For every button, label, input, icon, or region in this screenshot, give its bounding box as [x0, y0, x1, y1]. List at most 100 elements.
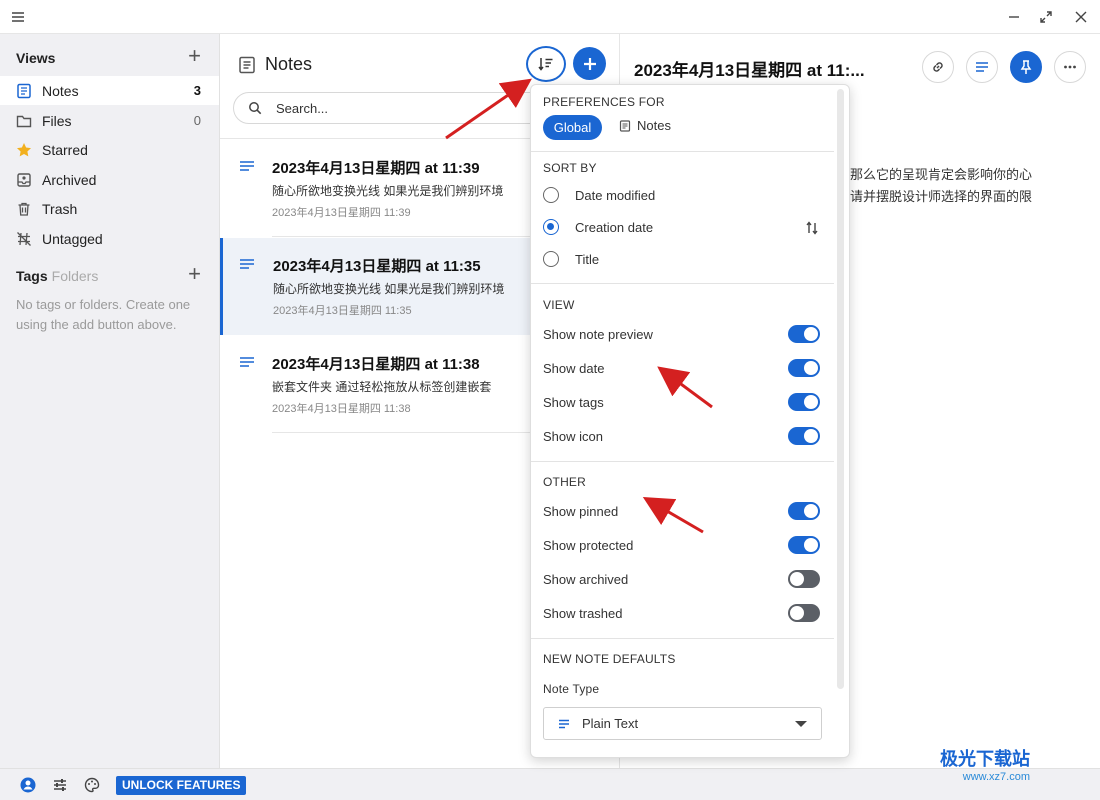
tags-empty-message: No tags or folders. Create one using the… [16, 297, 191, 332]
note-icon [619, 119, 631, 132]
toggle-switch[interactable] [788, 359, 820, 377]
sidebar-item-notes[interactable]: Notes 3 [0, 76, 219, 105]
show-archived-row: Show archived [543, 570, 820, 588]
chevron-down-icon [795, 721, 807, 727]
sort-options-button[interactable] [526, 46, 566, 82]
note-date: 2023年4月13日星期四 11:38 [272, 403, 411, 415]
radio-button-checked[interactable] [543, 219, 559, 235]
sort-by-heading: SORT BY [543, 161, 597, 175]
unlock-features-button[interactable]: UNLOCK FEATURES [116, 776, 247, 795]
settings-sliders-icon[interactable] [52, 777, 68, 793]
search-icon [249, 102, 262, 115]
other-heading: OTHER [543, 475, 586, 489]
sidebar-item-label: Archived [42, 171, 97, 188]
theme-palette-icon[interactable] [84, 777, 100, 793]
star-icon [16, 142, 32, 158]
note-date: 2023年4月13日星期四 11:39 [272, 207, 411, 219]
search-input[interactable]: Search... [233, 92, 553, 124]
bottom-bar: UNLOCK FEATURES [0, 768, 1100, 800]
show-pinned-row: Show pinned [543, 502, 820, 520]
files-count: 0 [193, 113, 201, 128]
minimize-icon[interactable] [1004, 7, 1024, 27]
views-heading: Views [16, 50, 56, 66]
sidebar: Views + Notes 3 Files 0 Starred Archived… [0, 34, 220, 768]
note-icon [16, 83, 32, 99]
note-type-label: Note Type [543, 682, 600, 696]
sidebar-item-label: Trash [42, 200, 78, 217]
more-icon [1064, 65, 1076, 69]
notes-count: 3 [193, 83, 201, 98]
divider [531, 461, 834, 462]
add-tag-button[interactable]: + [188, 263, 201, 285]
sort-creation-date-option[interactable]: Creation date [543, 219, 653, 235]
hamburger-menu-icon[interactable] [10, 9, 26, 25]
sort-date-modified-option[interactable]: Date modified [543, 187, 655, 203]
sidebar-item-label: Files [42, 112, 72, 129]
title-bar [0, 0, 1100, 34]
radio-button[interactable] [543, 187, 559, 203]
reverse-sort-icon[interactable] [805, 220, 819, 236]
pin-icon [1020, 60, 1032, 74]
maximize-icon[interactable] [1036, 7, 1056, 27]
folder-icon [16, 113, 32, 129]
toggle-switch[interactable] [788, 604, 820, 622]
divider [531, 638, 834, 639]
sidebar-item-label: Starred [42, 141, 88, 158]
show-protected-row: Show protected [543, 536, 820, 554]
editor-body-line: 请并摆脱设计师选择的界面的限 [850, 189, 1033, 204]
toggle-switch[interactable] [788, 536, 820, 554]
divider [531, 151, 834, 152]
toggle-switch[interactable] [788, 570, 820, 588]
add-view-button[interactable]: + [188, 45, 201, 67]
view-heading: VIEW [543, 298, 575, 312]
sidebar-item-starred[interactable]: Starred [0, 135, 219, 164]
notes-pane-title: Notes [238, 54, 312, 75]
show-date-row: Show date [543, 359, 820, 377]
editor-body[interactable]: 那么它的呈现肯定会影响你的心 请并摆脱设计师选择的界面的限 [850, 164, 1090, 208]
note-title: 2023年4月13日星期四 at 11:35 [273, 258, 481, 275]
toggle-switch[interactable] [788, 393, 820, 411]
show-note-preview-row: Show note preview [543, 325, 820, 343]
note-date: 2023年4月13日星期四 11:35 [273, 305, 412, 317]
note-type-select[interactable]: Plain Text [543, 707, 822, 740]
divider [531, 283, 834, 284]
radio-button[interactable] [543, 251, 559, 267]
sidebar-item-untagged[interactable]: Untagged [0, 224, 219, 253]
editor-body-line: 那么它的呈现肯定会影响你的心 [850, 167, 1033, 182]
add-note-button[interactable] [573, 47, 606, 80]
watermark-logo: 极光下载站 www.xz7.com [940, 749, 1030, 783]
plain-text-icon [240, 259, 254, 269]
sidebar-item-trash[interactable]: Trash [0, 194, 219, 223]
plain-text-icon [976, 62, 988, 72]
note-title: 2023年4月13日星期四 at 11:39 [272, 160, 480, 177]
toggle-switch[interactable] [788, 502, 820, 520]
link-button[interactable] [922, 51, 954, 83]
sidebar-item-archived[interactable]: Archived [0, 165, 219, 194]
editor-title[interactable]: 2023年4月13日星期四 at 11:... [634, 56, 865, 81]
note-type-button[interactable] [966, 51, 998, 83]
scrollbar[interactable] [837, 89, 844, 689]
sidebar-item-label: Untagged [42, 230, 103, 247]
note-icon [239, 56, 255, 73]
plain-text-icon [559, 719, 569, 728]
plus-icon [583, 57, 596, 70]
sidebar-item-files[interactable]: Files 0 [0, 106, 219, 135]
more-options-button[interactable] [1054, 51, 1086, 83]
search-placeholder: Search... [276, 100, 329, 116]
sidebar-item-label: Notes [42, 82, 79, 99]
tab-notes[interactable]: Notes [619, 118, 671, 133]
close-icon[interactable] [1071, 7, 1091, 27]
sort-icon [538, 58, 553, 71]
trash-icon [16, 201, 32, 217]
show-trashed-row: Show trashed [543, 604, 820, 622]
show-icon-row: Show icon [543, 427, 820, 445]
pin-button[interactable] [1010, 51, 1042, 83]
toggle-switch[interactable] [788, 427, 820, 445]
sort-title-option[interactable]: Title [543, 251, 599, 267]
account-icon[interactable] [20, 777, 36, 793]
note-title: 2023年4月13日星期四 at 11:38 [272, 356, 480, 373]
plain-text-icon [240, 357, 254, 367]
new-note-defaults-heading: NEW NOTE DEFAULTS [543, 652, 676, 666]
toggle-switch[interactable] [788, 325, 820, 343]
tab-global[interactable]: Global [543, 115, 602, 140]
